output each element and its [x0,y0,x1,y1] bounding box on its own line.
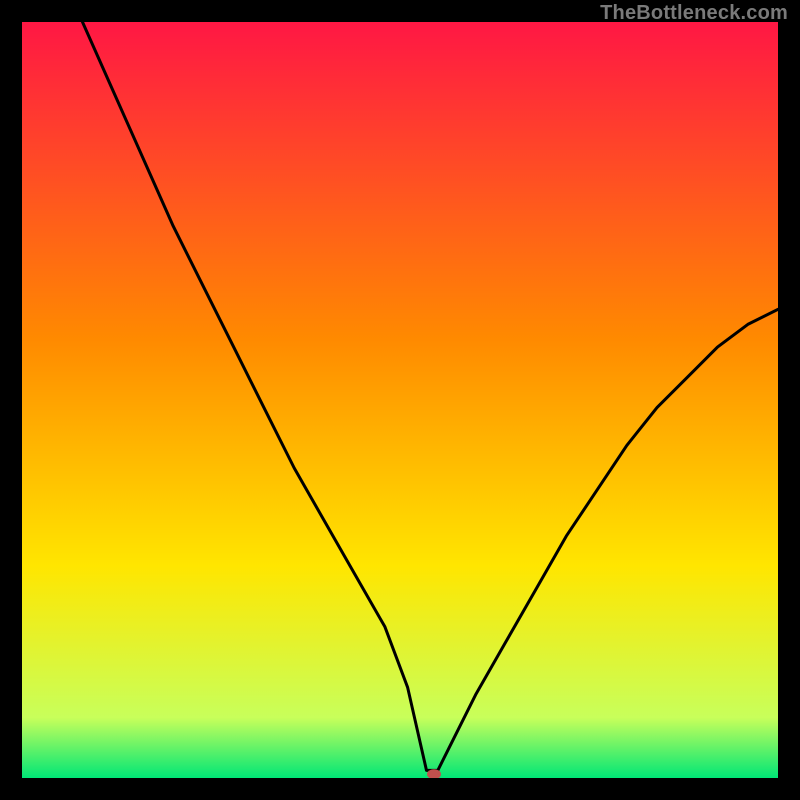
chart-svg [22,22,778,778]
plot-area [22,22,778,778]
chart-frame: TheBottleneck.com [0,0,800,800]
watermark-text: TheBottleneck.com [600,2,788,25]
